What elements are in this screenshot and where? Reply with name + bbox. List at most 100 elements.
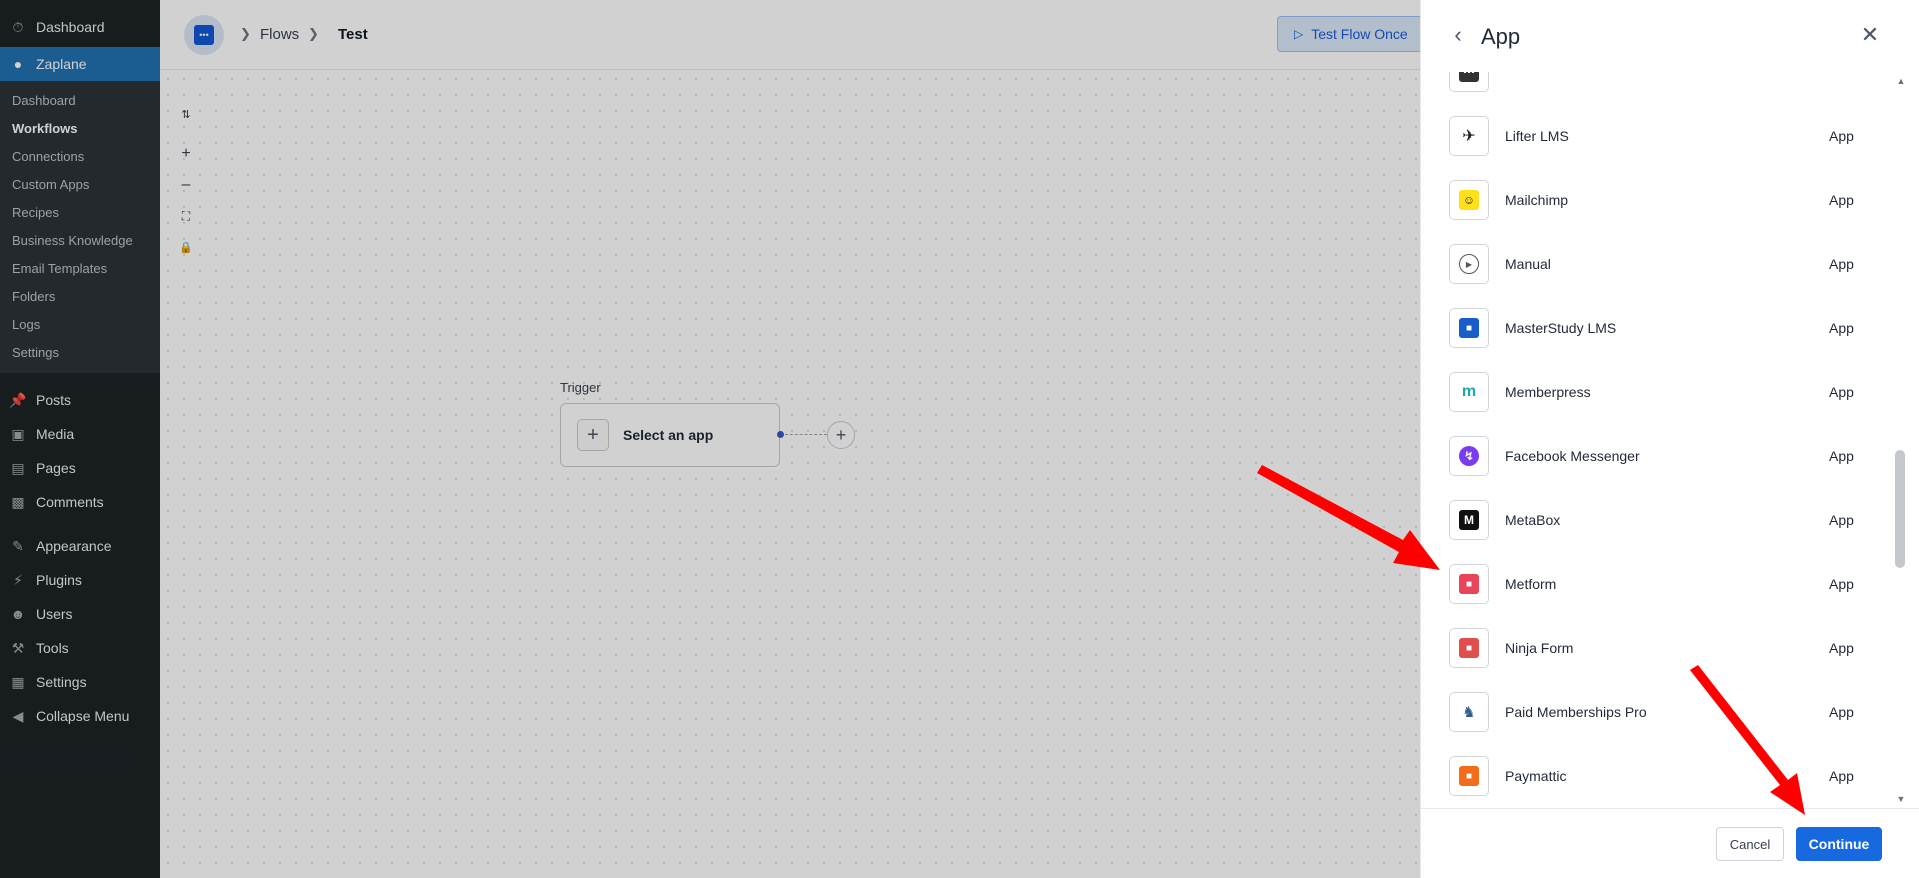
menu-settings[interactable]: ▦ Settings [0,665,160,699]
breadcrumb-flows[interactable]: Flows [260,26,299,43]
cancel-button[interactable]: Cancel [1716,827,1784,861]
continue-button[interactable]: Continue [1796,827,1882,861]
submenu-recipes[interactable]: Recipes [0,199,160,227]
list-item[interactable]: ☺ Mailchimp App [1421,168,1896,232]
menu-collapse-label: Collapse Menu [36,708,130,724]
close-icon[interactable]: ✕ [1859,22,1881,47]
list-item[interactable]: ♞ Paid Memberships Pro App [1421,680,1896,744]
menu-pages[interactable]: ▤ Pages [0,451,160,485]
submenu-logs[interactable]: Logs [0,311,160,339]
connector-line [785,434,827,435]
app-list[interactable]: ⋯ ✈ Lifter LMS App ☺ Mailchimp App ▶ Manual App ■… [1421,72,1896,808]
app-name: Lifter LMS [1505,128,1569,144]
list-item[interactable]: ↯ Facebook Messenger App [1421,424,1896,488]
app-type: App [1829,704,1854,720]
menu-collapse[interactable]: ◀ Collapse Menu [0,699,160,733]
scroll-down-icon[interactable]: ▼ [1895,794,1907,806]
app-type: App [1829,448,1854,464]
chevron-right-icon: ❯ [240,26,251,41]
app-type: App [1829,768,1854,784]
comment-icon: ▩ [11,493,25,510]
select-app-label: Select an app [623,427,714,443]
submenu-settings[interactable]: Settings [0,339,160,367]
menu-posts[interactable]: 📌 Posts [0,383,160,417]
flow-canvas[interactable]: ⇅ + – ⛶ 🔒 Trigger + Select an app + [160,71,1420,878]
play-icon: ▷ [1294,27,1304,41]
app-name: Metform [1505,576,1557,592]
list-item[interactable]: ■ Metform App [1421,552,1896,616]
menu-posts-label: Posts [36,392,72,408]
trigger-label: Trigger [560,380,601,395]
chevron-right-icon: ❯ [308,26,319,41]
zaplane-logo[interactable]: ••• [184,15,224,55]
memberpress-icon: m [1449,372,1489,412]
menu-appearance[interactable]: ✎ Appearance [0,529,160,563]
connector-handle[interactable] [777,431,784,438]
scrollbar[interactable] [1896,72,1919,808]
swap-direction-icon[interactable]: ⇅ [176,104,196,124]
list-item[interactable]: ✈ Lifter LMS App [1421,104,1896,168]
submenu-email-templates[interactable]: Email Templates [0,255,160,283]
app-name: Paymattic [1505,768,1567,784]
ninjaform-icon: ■ [1449,628,1489,668]
list-item[interactable]: ■ Ninja Form App [1421,616,1896,680]
zaplane-icon: ● [13,56,23,72]
breadcrumb-current: Test [338,26,368,43]
submenu-business-knowledge[interactable]: Business Knowledge [0,227,160,255]
list-item-partial[interactable]: ⋯ [1421,72,1896,104]
menu-media[interactable]: ▣ Media [0,417,160,451]
mailchimp-icon: ☺ [1449,180,1489,220]
app-type: App [1829,576,1854,592]
messenger-icon: ↯ [1449,436,1489,476]
chevron-left-icon[interactable]: ‹ [1447,22,1469,47]
app-name: MetaBox [1505,512,1561,528]
plugin-icon: ⚡ [13,571,23,588]
menu-media-label: Media [36,426,75,442]
app-type: App [1829,320,1854,336]
add-step-button[interactable]: + [827,421,855,449]
scroll-up-icon[interactable]: ▲ [1895,76,1907,88]
app-type: App [1829,384,1854,400]
wp-admin-sidebar: ⏱ Dashboard ● Zaplane Dashboard Workflow… [0,0,160,878]
test-flow-button[interactable]: ▷ Test Flow Once [1277,16,1437,52]
list-item[interactable]: m Memberpress App [1421,360,1896,424]
menu-users[interactable]: ☻ Users [0,597,160,631]
scrollbar-thumb[interactable] [1895,450,1905,568]
menu-tools[interactable]: ⚒ Tools [0,631,160,665]
fit-view-icon[interactable]: ⛶ [176,206,196,226]
app-name: Mailchimp [1505,192,1569,208]
menu-dashboard[interactable]: ⏱ Dashboard [0,13,160,41]
menu-plugins-label: Plugins [36,572,82,588]
menu-zaplane[interactable]: ● Zaplane [0,47,160,81]
pages-icon: ▤ [11,459,25,476]
lock-icon[interactable]: 🔒 [176,237,196,257]
list-item[interactable]: M MetaBox App [1421,488,1896,552]
manual-play-icon: ▶ [1449,244,1489,284]
zoom-in-icon[interactable]: + [176,144,196,164]
workflow-editor: ••• ❯ Flows ❯ Test ▷ Test Flow Once ⇅ + … [160,0,1437,878]
submenu-workflows[interactable]: Workflows [0,115,160,143]
list-item[interactable]: ■ Paymattic App [1421,744,1896,808]
brush-icon: ✎ [12,537,24,554]
zoom-out-icon[interactable]: – [176,175,196,195]
submenu-dashboard[interactable]: Dashboard [0,87,160,115]
list-item[interactable]: ▶ Manual App [1421,232,1896,296]
list-item[interactable]: ■ MasterStudy LMS App [1421,296,1896,360]
menu-users-label: Users [36,606,73,622]
app-name: Memberpress [1505,384,1591,400]
app-picker-drawer: ‹ App ✕ ⋯ ✈ Lifter LMS App ☺ Mailchimp App ▶ Ma… [1420,0,1919,878]
drawer-header: ‹ App ✕ [1421,0,1919,72]
drawer-footer: Cancel Continue [1421,808,1919,878]
submenu-folders[interactable]: Folders [0,283,160,311]
submenu-custom-apps[interactable]: Custom Apps [0,171,160,199]
menu-comments[interactable]: ▩ Comments [0,485,160,519]
menu-plugins[interactable]: ⚡ Plugins [0,563,160,597]
app-name: Facebook Messenger [1505,448,1640,464]
wrench-icon: ⚒ [11,639,25,656]
drawer-title: App [1481,24,1521,49]
trigger-node[interactable]: + Select an app [560,403,780,467]
metabox-icon: M [1449,500,1489,540]
submenu-connections[interactable]: Connections [0,143,160,171]
dashboard-icon: ⏱ [12,18,24,35]
menu-pages-label: Pages [36,460,76,476]
